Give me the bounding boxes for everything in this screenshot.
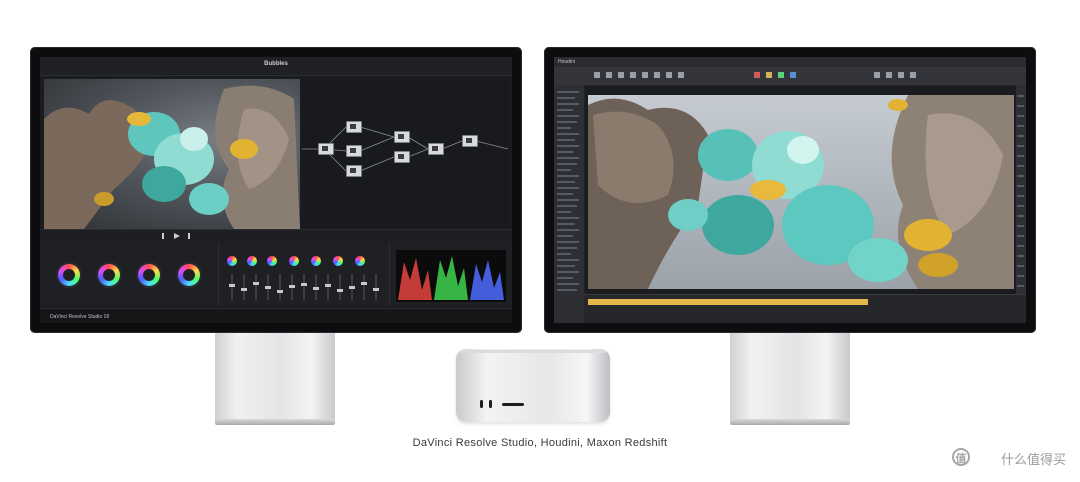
slider[interactable] (277, 274, 283, 300)
slider[interactable] (361, 274, 367, 300)
color-wheel-icon[interactable] (58, 264, 80, 286)
node-editor[interactable] (302, 79, 509, 229)
slider[interactable] (289, 274, 295, 300)
node-6[interactable] (394, 151, 410, 163)
viewport-render-image (588, 95, 1014, 289)
color-wheel-icon[interactable] (98, 264, 120, 286)
resolve-viewer[interactable] (44, 79, 300, 229)
color-sliders-panel (219, 242, 390, 306)
shelf-tool-icons[interactable] (554, 67, 1026, 85)
color-wheel-icon[interactable] (311, 256, 321, 266)
usb-c-port (489, 400, 492, 408)
right-stand-foot (730, 419, 850, 425)
viewer-render-image (44, 85, 300, 229)
slider[interactable] (301, 274, 307, 300)
resolve-page-bar: DaVinci Resolve Studio 18 (40, 308, 512, 323)
resolve-project-title: Bubbles (264, 61, 288, 67)
left-monitor-stand (215, 333, 335, 420)
slider[interactable] (229, 274, 235, 300)
caption: DaVinci Resolve Studio, Houdini, Maxon R… (412, 437, 668, 449)
mac-studio (456, 349, 610, 422)
watermark-text: 什么值得买 (1000, 453, 1066, 468)
left-monitor: Bubbles DaVinci Resolve Studio 18 (30, 47, 522, 333)
node-8[interactable] (462, 135, 478, 147)
houdini-screen: Houdini (554, 57, 1026, 323)
watermark-logo: 值 (952, 448, 970, 466)
houdini-tree-panel[interactable] (554, 85, 585, 323)
slider[interactable] (265, 274, 271, 300)
color-wheel-icon[interactable] (289, 256, 299, 266)
color-wheel-icon[interactable] (267, 256, 277, 266)
sd-card-slot (502, 403, 524, 406)
houdini-shelf-toolbar (554, 67, 1026, 86)
houdini-parameter-panel[interactable] (1016, 85, 1026, 323)
slider[interactable] (241, 274, 247, 300)
node-4[interactable] (346, 165, 362, 177)
node-2[interactable] (346, 121, 362, 133)
play-icon[interactable] (158, 232, 198, 240)
timeline-playbar[interactable] (588, 299, 868, 305)
slider[interactable] (349, 274, 355, 300)
color-wheel-icon[interactable] (355, 256, 365, 266)
transport-bar (40, 229, 512, 243)
slider[interactable] (313, 274, 319, 300)
slider[interactable] (325, 274, 331, 300)
color-wheel-icon[interactable] (247, 256, 257, 266)
houdini-timeline[interactable] (584, 294, 1026, 323)
tree-rows (557, 91, 579, 291)
left-stand-foot (215, 419, 335, 425)
resolve-brand: DaVinci Resolve Studio 18 (50, 314, 110, 320)
scopes-panel (390, 242, 512, 306)
color-wheel-icon[interactable] (333, 256, 343, 266)
parameter-rows (1017, 95, 1024, 287)
resolve-screen: Bubbles DaVinci Resolve Studio 18 (40, 57, 512, 323)
houdini-viewport[interactable] (588, 95, 1014, 289)
color-wheel-icon[interactable] (227, 256, 237, 266)
node-7[interactable] (428, 143, 444, 155)
usb-c-port (480, 400, 483, 408)
houdini-app-name: Houdini (558, 59, 575, 65)
resolve-top-bar: Bubbles (40, 57, 512, 76)
slider[interactable] (337, 274, 343, 300)
right-monitor-stand (730, 333, 850, 420)
node-3[interactable] (346, 145, 362, 157)
node-1[interactable] (318, 143, 334, 155)
color-wheels-panel (40, 242, 219, 306)
node-5[interactable] (394, 131, 410, 143)
right-monitor: Houdini (544, 47, 1036, 333)
color-wheel-icon[interactable] (138, 264, 160, 286)
slider[interactable] (373, 274, 379, 300)
mac-studio-top (460, 350, 606, 353)
waveform-scope (396, 250, 506, 302)
slider[interactable] (253, 274, 259, 300)
color-wheel-icon[interactable] (178, 264, 200, 286)
